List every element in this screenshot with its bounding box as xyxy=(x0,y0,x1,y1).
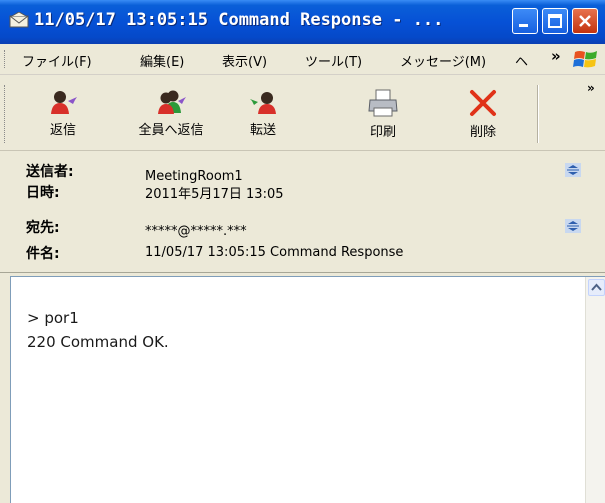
toolbar-overflow-chevron[interactable]: » xyxy=(587,81,595,95)
reply-all-button[interactable]: 全員へ返信 xyxy=(136,81,206,145)
printer-icon xyxy=(368,89,398,117)
delete-icon xyxy=(470,90,496,116)
from-value[interactable]: MeetingRoom1 xyxy=(145,169,243,184)
chevron-up-icon xyxy=(591,283,602,291)
menu-grip[interactable] xyxy=(4,50,8,68)
subject-label: 件名: xyxy=(26,246,60,262)
menu-help[interactable]: ヘ xyxy=(515,51,528,70)
menu-file[interactable]: ファイル(F) xyxy=(22,51,92,70)
menu-tools[interactable]: ツール(T) xyxy=(305,51,362,70)
close-icon xyxy=(579,15,591,27)
to-label: 宛先: xyxy=(26,220,60,236)
maximize-button[interactable] xyxy=(542,8,568,34)
toolbar-grip[interactable] xyxy=(4,85,8,143)
envelope-icon xyxy=(9,12,29,28)
print-label: 印刷 xyxy=(369,125,396,140)
title-bar[interactable]: 11/05/17 13:05:15 Command Response - ... xyxy=(0,0,605,44)
to-expand-icon[interactable] xyxy=(565,219,581,233)
vertical-scrollbar[interactable] xyxy=(585,277,605,503)
scroll-up-button[interactable] xyxy=(588,279,605,296)
toolbar-separator xyxy=(537,85,539,143)
reply-all-label: 全員へ返信 xyxy=(138,123,204,138)
to-value[interactable]: *****@*****.*** xyxy=(145,224,247,239)
message-header: 送信者: MeetingRoom1 日時: 2011年5月17日 13:05 宛… xyxy=(0,151,605,273)
body-line: 220 Command OK. xyxy=(27,333,169,351)
delete-label: 削除 xyxy=(469,125,496,140)
forward-icon xyxy=(250,92,276,114)
windows-logo-icon xyxy=(573,51,597,68)
maximize-icon xyxy=(548,14,562,28)
subject-value: 11/05/17 13:05:15 Command Response xyxy=(145,245,404,260)
reply-label: 返信 xyxy=(49,123,76,138)
forward-label: 転送 xyxy=(249,123,276,138)
body-line: > por1 xyxy=(27,309,79,327)
menu-view[interactable]: 表示(V) xyxy=(222,51,267,70)
close-button[interactable] xyxy=(572,8,598,34)
toolbar: 返信 全員へ返信 転送 印刷 削除 » xyxy=(0,75,605,151)
menu-overflow-chevron[interactable]: » xyxy=(551,47,561,65)
reply-icon xyxy=(51,91,77,114)
delete-button[interactable]: 削除 xyxy=(448,81,518,145)
window-title: 11/05/17 13:05:15 Command Response - ... xyxy=(34,10,444,30)
forward-button[interactable]: 転送 xyxy=(228,81,298,145)
reply-all-icon xyxy=(158,90,186,114)
minimize-icon xyxy=(519,24,528,27)
minimize-button[interactable] xyxy=(512,8,538,34)
menu-edit[interactable]: 編集(E) xyxy=(140,51,184,70)
menu-bar: ファイル(F) 編集(E) 表示(V) ツール(T) メッセージ(M) ヘ » xyxy=(0,44,605,75)
menu-message[interactable]: メッセージ(M) xyxy=(400,51,486,70)
date-value: 2011年5月17日 13:05 xyxy=(145,187,284,202)
from-label: 送信者: xyxy=(26,164,74,180)
reply-button[interactable]: 返信 xyxy=(28,81,98,145)
date-label: 日時: xyxy=(26,185,60,201)
from-expand-icon[interactable] xyxy=(565,163,581,177)
message-window: 11/05/17 13:05:15 Command Response - ...… xyxy=(0,0,605,503)
print-button[interactable]: 印刷 xyxy=(348,81,418,145)
message-body[interactable]: > por1 220 Command OK. xyxy=(10,276,605,503)
